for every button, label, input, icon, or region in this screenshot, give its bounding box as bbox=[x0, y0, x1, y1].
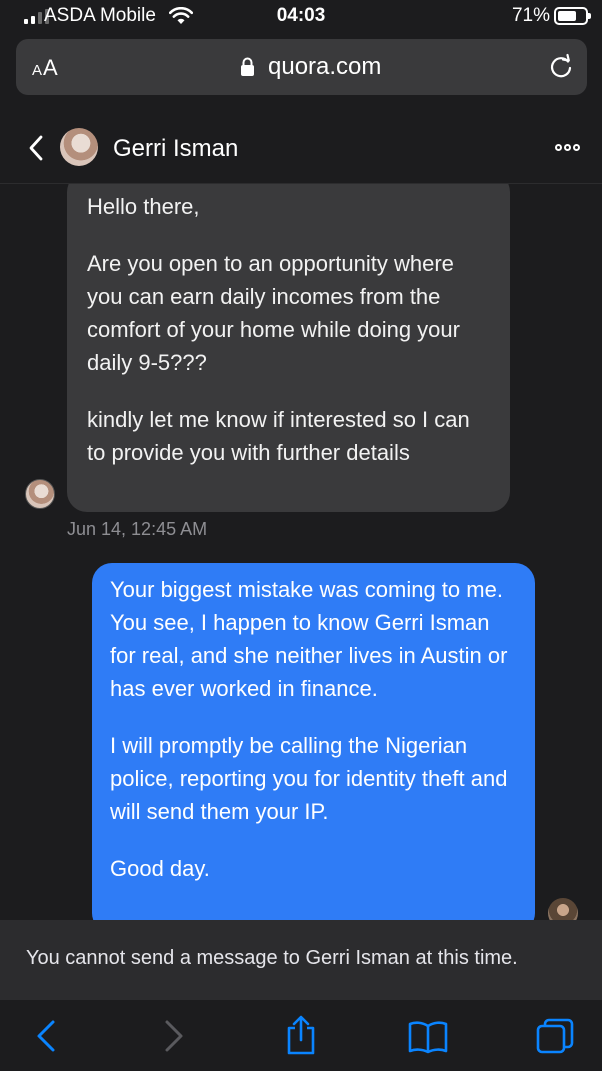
message-paragraph: Your biggest mistake was coming to me. Y… bbox=[110, 577, 508, 701]
sender-avatar[interactable] bbox=[25, 479, 55, 509]
lock-icon bbox=[241, 57, 254, 76]
message-paragraph: Hello there, bbox=[87, 194, 200, 219]
back-icon[interactable] bbox=[27, 134, 45, 162]
message-timestamp: Jun 14, 12:45 AM bbox=[67, 519, 208, 539]
message-paragraph: I will promptly be calling the Nigerian … bbox=[110, 733, 508, 824]
battery-percentage: 71% bbox=[511, 5, 550, 26]
more-options-icon[interactable] bbox=[555, 144, 580, 151]
message-paragraph: Are you open to an opportunity where you… bbox=[87, 251, 460, 375]
share-icon[interactable] bbox=[284, 1014, 318, 1056]
cannot-message-notice: You cannot send a message to Gerri Isman… bbox=[0, 920, 602, 1000]
notice-text: You cannot send a message to Gerri Isman… bbox=[26, 947, 518, 969]
message-paragraph: Good day. bbox=[110, 856, 210, 881]
reload-icon[interactable] bbox=[547, 53, 575, 81]
chat-header: Gerri Isman bbox=[0, 110, 602, 184]
battery-level bbox=[558, 11, 576, 21]
user-avatar[interactable] bbox=[548, 898, 578, 920]
bookmarks-icon[interactable] bbox=[407, 1018, 449, 1054]
reader-view-button[interactable]: AA bbox=[32, 55, 59, 81]
contact-avatar[interactable] bbox=[60, 128, 98, 166]
tabs-icon[interactable] bbox=[536, 1018, 574, 1056]
battery-icon bbox=[554, 7, 591, 25]
browser-toolbar bbox=[0, 1000, 602, 1071]
status-bar: ASDA Mobile 04:03 71% bbox=[0, 0, 602, 34]
message-thread[interactable]: Hello there, Are you open to an opportun… bbox=[0, 184, 602, 920]
browser-address-area: AA quora.com bbox=[0, 34, 602, 110]
outgoing-message-bubble: Your biggest mistake was coming to me. Y… bbox=[92, 563, 535, 920]
url-text[interactable]: quora.com bbox=[268, 53, 381, 81]
forward-arrow-icon[interactable] bbox=[162, 1018, 186, 1054]
incoming-message-bubble: Hello there, Are you open to an opportun… bbox=[67, 184, 510, 512]
address-bar[interactable]: AA quora.com bbox=[16, 39, 587, 95]
contact-name[interactable]: Gerri Isman bbox=[113, 135, 238, 163]
back-arrow-icon[interactable] bbox=[34, 1018, 58, 1054]
message-paragraph: kindly let me know if interested so I ca… bbox=[87, 407, 470, 465]
